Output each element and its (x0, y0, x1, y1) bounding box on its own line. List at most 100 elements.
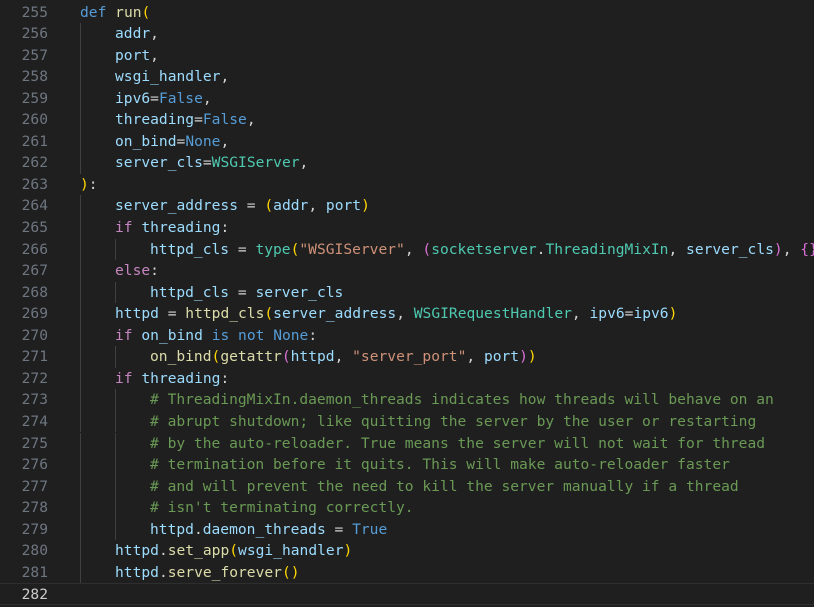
line-number: 263 (21, 175, 48, 193)
code-line[interactable]: 274 # abrupt shutdown; like quitting the … (0, 410, 814, 433)
code-token: : (88, 175, 98, 193)
indent-guide (80, 152, 81, 174)
code-text: server_address = (addr, port) (115, 195, 370, 217)
line-number: 272 (21, 369, 48, 387)
code-line[interactable]: 271 on_bind(getattr(httpd, "server_port",… (0, 346, 814, 368)
indent-guide (80, 87, 81, 110)
code-line[interactable]: 279 httpd.daemon_threads = True (0, 518, 814, 541)
code-line[interactable]: 255 def run( (0, 2, 814, 24)
code-line[interactable]: 257 port, (0, 44, 814, 67)
code-token: = (176, 132, 186, 150)
code-token: is not (211, 326, 265, 344)
indent-guide (80, 475, 81, 498)
indent-guide (80, 346, 81, 368)
code-token: wsgi_handler (238, 542, 344, 560)
code-token: = (325, 520, 353, 538)
code-text: httpd = httpd_cls(server_address, WSGIRe… (115, 303, 677, 325)
code-token: getattr (220, 348, 282, 366)
code-token: , (220, 68, 230, 86)
code-text: # ThreadingMixIn.daemon_threads indicate… (150, 389, 774, 411)
code-token: httpd (115, 305, 159, 323)
code-line[interactable]: 281 httpd.serve_forever() (0, 561, 814, 584)
code-token: , (246, 111, 256, 129)
indent-guide (115, 497, 116, 519)
code-line[interactable]: 266 httpd_cls = type("WSGIServer", (socke… (0, 238, 814, 261)
indent-guide (115, 346, 116, 368)
code-line[interactable]: 272 if threading: (0, 367, 814, 390)
code-text: else: (115, 260, 159, 282)
code-editor[interactable]: 255 def run(256 addr, 257 port, 258 wsgi_handl… (0, 0, 814, 607)
code-token: httpd (115, 542, 159, 560)
code-line[interactable]: 277 # and will prevent the need to kill t… (0, 475, 814, 498)
code-line[interactable]: 269 httpd = httpd_cls(server_address, WSG… (0, 303, 814, 325)
code-token: on_bind (141, 326, 203, 344)
indent-guide (80, 66, 81, 88)
code-token: else (115, 262, 151, 280)
code-line[interactable]: 278 # isn't terminating correctly. (0, 497, 814, 519)
code-token: addr (115, 25, 151, 43)
code-token: ( (211, 348, 221, 366)
code-line[interactable]: 264 server_address = (addr, port) (0, 195, 814, 217)
line-number: 282 (21, 586, 48, 604)
code-token: port (325, 197, 362, 215)
code-token: ) (343, 542, 353, 560)
indent-guide (80, 44, 81, 67)
line-number: 262 (21, 154, 48, 172)
code-line[interactable]: 267 else: (0, 260, 814, 282)
code-token: , (220, 132, 230, 150)
code-token: ( (281, 563, 291, 581)
code-line[interactable]: 275 # by the auto-reloader. True means th… (0, 432, 814, 455)
code-token: # termination before it quits. This will… (150, 456, 730, 474)
line-number: 261 (21, 132, 48, 150)
code-token: ( (264, 305, 274, 323)
code-line[interactable]: 256 addr, (0, 23, 814, 45)
code-line[interactable]: 265 if threading: (0, 217, 814, 239)
code-text: httpd.daemon_threads = True (150, 519, 387, 541)
code-token: ) (80, 175, 89, 193)
indent-guide (80, 410, 81, 433)
code-token: : (150, 262, 159, 280)
code-line[interactable]: 259 ipv6=False, (0, 87, 814, 110)
code-line[interactable]: 276 # termination before it quits. This w… (0, 454, 814, 476)
code-line[interactable]: 260 threading=False, (0, 109, 814, 131)
code-token: type (255, 240, 291, 258)
code-token: {} (800, 240, 814, 258)
code-token: port (115, 46, 151, 64)
code-token: , (150, 25, 159, 43)
code-token: , (668, 240, 687, 258)
code-line[interactable]: 270 if on_bind is not None: (0, 324, 814, 347)
indent-guide (80, 324, 81, 347)
code-text: httpd_cls = server_cls (150, 282, 343, 304)
code-line[interactable]: 258 wsgi_handler, (0, 66, 814, 88)
code-token: ) (668, 305, 678, 323)
code-line[interactable]: 273 # ThreadingMixIn.daemon_threads indic… (0, 389, 814, 411)
code-token: ipv6 (633, 305, 669, 323)
code-token: , (571, 305, 590, 323)
code-line[interactable]: 262 server_cls=WSGIServer, (0, 152, 814, 174)
indent-guide (80, 195, 81, 217)
indent-guide (115, 238, 116, 261)
code-token: , (396, 305, 414, 323)
line-number: 273 (21, 391, 48, 409)
code-line[interactable]: 282 (0, 583, 814, 605)
code-token: "WSGIServer" (299, 240, 405, 258)
code-token: threading (115, 111, 195, 129)
code-token: ( (229, 542, 239, 560)
line-number: 269 (21, 305, 48, 323)
code-line[interactable]: 263): (0, 174, 814, 196)
line-number: 278 (21, 499, 48, 517)
code-token: , (202, 89, 212, 107)
code-line[interactable]: 261 on_bind=None, (0, 130, 814, 153)
line-number: 280 (21, 542, 48, 560)
code-token: WSGIServer (211, 154, 300, 172)
code-line[interactable]: 280 httpd.set_app(wsgi_handler) (0, 540, 814, 562)
line-number: 267 (21, 262, 48, 280)
code-line[interactable]: 268 httpd_cls = server_cls (0, 281, 814, 304)
code-token: threading (141, 219, 221, 236)
code-token: # by the auto-reloader. True means the s… (150, 434, 766, 452)
code-token: : (220, 219, 230, 236)
indent-guide (80, 497, 81, 519)
code-token: ipv6 (115, 89, 151, 107)
code-token: WSGIRequestHandler (413, 305, 572, 323)
